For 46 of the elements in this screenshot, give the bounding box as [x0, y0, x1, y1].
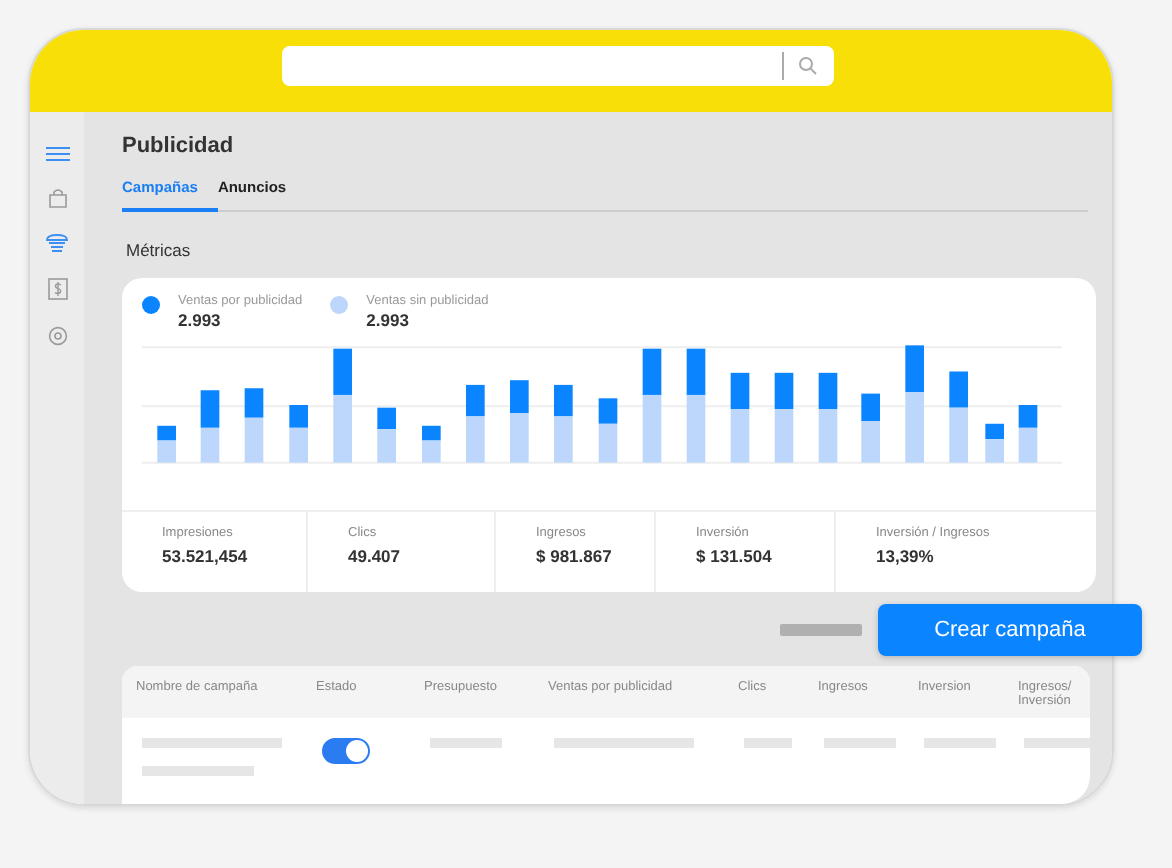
placeholder-bar — [824, 737, 896, 747]
page-title: Publicidad — [122, 134, 236, 162]
status-toggle[interactable] — [322, 737, 370, 763]
section-title: Métricas — [126, 239, 193, 259]
placeholder-bar — [554, 737, 694, 747]
stacked-bar — [686, 347, 706, 462]
stacked-bar — [244, 387, 264, 462]
create-campaign-button[interactable]: Crear campaña — [878, 603, 1142, 655]
stacked-bar — [985, 422, 1004, 462]
legend-value: 2.993 — [366, 309, 411, 329]
stacked-bar — [598, 397, 618, 462]
stacked-bar — [818, 371, 838, 462]
placeholder-bar — [744, 737, 792, 747]
legend-value: 2.993 — [178, 309, 223, 329]
placeholder-bar — [1024, 737, 1090, 747]
stacked-bar — [333, 347, 352, 462]
stacked-bar — [289, 404, 308, 462]
placeholder-bar — [430, 737, 502, 747]
metric-value: 49.407 — [348, 545, 402, 565]
menu-icon[interactable] — [45, 146, 69, 162]
placeholder-bar — [780, 623, 862, 635]
stacked-bar — [730, 371, 750, 462]
stacked-bar — [510, 379, 529, 462]
stacked-bar — [949, 370, 968, 462]
stacked-bar — [422, 424, 441, 462]
stacked-bar — [905, 344, 924, 462]
placeholder-bar — [142, 737, 282, 747]
stacked-bar — [157, 424, 176, 462]
stacked-bar — [200, 389, 220, 462]
stacked-bar — [861, 392, 880, 462]
placeholder-bar — [142, 765, 254, 775]
stacked-bar — [1018, 404, 1038, 462]
bag-icon[interactable] — [47, 188, 67, 208]
metric-value: $ 981.867 — [536, 545, 614, 565]
metric-value: 53.521,454 — [162, 545, 250, 565]
stacked-bar — [466, 383, 485, 462]
stacked-bar — [554, 383, 573, 462]
dollar-icon[interactable] — [47, 278, 67, 300]
stacked-bar — [377, 406, 396, 462]
metric-value: 13,39% — [876, 545, 936, 565]
placeholder-bar — [924, 737, 996, 747]
stacked-bar — [642, 347, 662, 462]
metric-value: $ 131.504 — [696, 545, 774, 565]
search-field[interactable] — [281, 46, 833, 86]
search-icon[interactable] — [797, 56, 817, 76]
stacked-bar — [774, 371, 794, 462]
